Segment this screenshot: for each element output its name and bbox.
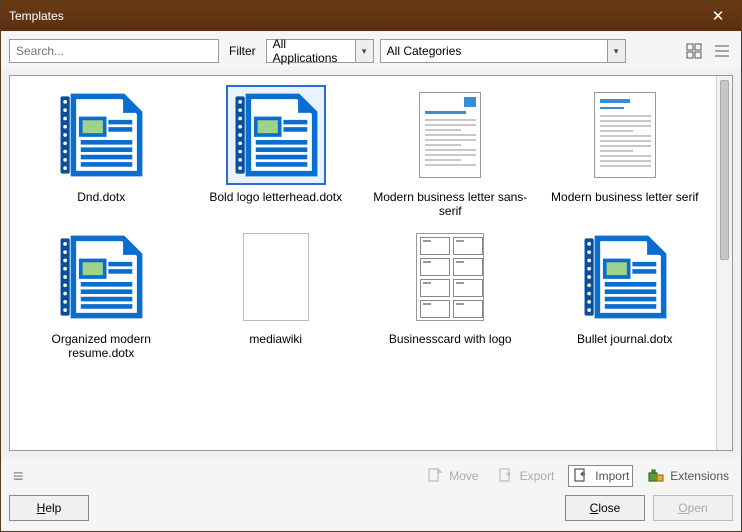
export-label: Export (520, 469, 555, 483)
template-item[interactable]: Dnd.dotx (16, 84, 187, 220)
template-gallery: Dnd.dotx Bold logo letterhead.dotx Modern … (9, 75, 733, 451)
extensions-button[interactable]: Extensions (643, 465, 733, 487)
button-row: Help Close Open (9, 495, 733, 521)
move-icon (426, 467, 444, 485)
chevron-down-icon: ▾ (355, 40, 373, 62)
help-button[interactable]: Help (9, 495, 89, 521)
app-filter-value: All Applications (267, 37, 355, 65)
template-thumbnail (52, 228, 150, 326)
extensions-icon (647, 467, 665, 485)
app-filter-combobox[interactable]: All Applications ▾ (266, 39, 374, 63)
close-button[interactable]: Close (565, 495, 645, 521)
template-label: Businesscard with logo (389, 332, 512, 346)
menu-icon[interactable]: ≡ (9, 466, 28, 487)
category-filter-value: All Categories (381, 44, 607, 58)
template-label: Dnd.dotx (77, 190, 125, 204)
extensions-label: Extensions (670, 469, 729, 483)
template-label: Modern business letter sans-serif (367, 190, 534, 218)
move-button[interactable]: Move (422, 465, 482, 487)
template-label: mediawiki (249, 332, 302, 346)
template-item[interactable]: Modern business letter serif (540, 84, 711, 220)
category-filter-combobox[interactable]: All Categories ▾ (380, 39, 626, 63)
template-thumbnail (576, 86, 674, 184)
template-label: Bullet journal.dotx (577, 332, 672, 346)
filter-label: Filter (225, 44, 260, 58)
open-button[interactable]: Open (653, 495, 733, 521)
scrollbar[interactable] (716, 76, 732, 450)
chevron-down-icon: ▾ (607, 40, 625, 62)
template-item[interactable]: Organized modern resume.dotx (16, 226, 187, 362)
export-icon (497, 467, 515, 485)
template-grid: Dnd.dotx Bold logo letterhead.dotx Modern … (10, 76, 716, 450)
list-view-button[interactable] (711, 40, 733, 62)
import-label: Import (595, 469, 629, 483)
template-item[interactable]: Bold logo letterhead.dotx (191, 84, 362, 220)
template-item[interactable]: mediawiki (191, 226, 362, 362)
template-thumbnail (401, 86, 499, 184)
title-bar: Templates ✕ (1, 1, 741, 31)
template-label: Organized modern resume.dotx (18, 332, 185, 360)
template-thumbnail (227, 86, 325, 184)
export-button[interactable]: Export (493, 465, 559, 487)
footer: ≡ Move Export Import Extensions Help Clo… (1, 457, 741, 531)
template-thumbnail (52, 86, 150, 184)
template-thumbnail (401, 228, 499, 326)
template-item[interactable]: Modern business letter sans-serif (365, 84, 536, 220)
template-item[interactable]: Bullet journal.dotx (540, 226, 711, 362)
template-thumbnail (227, 228, 325, 326)
import-icon (572, 467, 590, 485)
command-row: ≡ Move Export Import Extensions (9, 461, 733, 495)
close-icon[interactable]: ✕ (703, 7, 733, 25)
scrollbar-thumb[interactable] (720, 80, 729, 260)
template-thumbnail (576, 228, 674, 326)
search-input[interactable] (9, 39, 219, 63)
grid-view-button[interactable] (683, 40, 705, 62)
template-label: Bold logo letterhead.dotx (209, 190, 342, 204)
move-label: Move (449, 469, 478, 483)
template-item[interactable]: Businesscard with logo (365, 226, 536, 362)
window-title: Templates (9, 9, 703, 23)
template-label: Modern business letter serif (551, 190, 698, 204)
toolbar: Filter All Applications ▾ All Categories… (1, 31, 741, 69)
import-button[interactable]: Import (568, 465, 633, 487)
